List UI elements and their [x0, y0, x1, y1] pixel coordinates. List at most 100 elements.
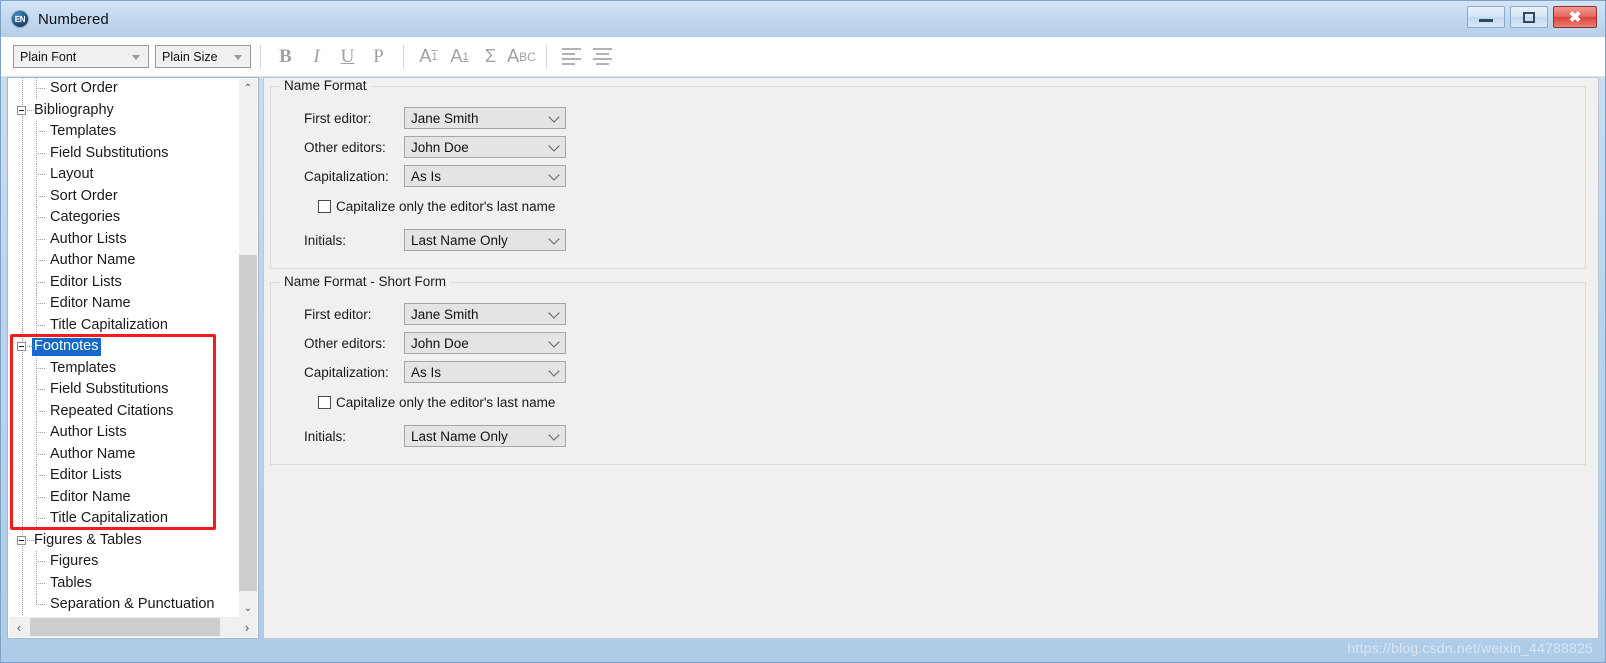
- select-other-editors[interactable]: John Doe: [404, 136, 566, 158]
- scroll-right-button[interactable]: ›: [237, 617, 257, 637]
- tree-item-author-name[interactable]: Author Name: [8, 250, 240, 272]
- select-capitalization[interactable]: As Is: [404, 361, 566, 383]
- select-capitalization[interactable]: As Is: [404, 165, 566, 187]
- settings-pane: Name Format First editor: Jane Smith Other …: [263, 77, 1599, 639]
- capitalize-last-name-checkbox[interactable]: [318, 396, 331, 409]
- select-first-editor[interactable]: Jane Smith: [404, 107, 566, 129]
- tree-item-templates[interactable]: Templates: [8, 357, 240, 379]
- tree-item-sort-order[interactable]: Sort Order: [8, 78, 240, 100]
- italic-button[interactable]: I: [301, 43, 332, 71]
- field-row: First editor: Jane Smith: [304, 107, 566, 129]
- tree-expander-icon[interactable]: [17, 105, 26, 115]
- bold-button[interactable]: B: [270, 43, 301, 71]
- capitalize-last-name-checkbox-row[interactable]: Capitalize only the editor's last name: [318, 199, 555, 214]
- align-center-button[interactable]: [587, 43, 618, 71]
- tree-item-label: Tables: [50, 574, 92, 591]
- tree-item-categories[interactable]: Categories: [8, 207, 240, 229]
- tree-connector: [36, 453, 45, 455]
- tree-item-sort-order[interactable]: Sort Order: [8, 185, 240, 207]
- spell-check-button[interactable]: A BC: [506, 43, 537, 71]
- capitalize-last-name-label: Capitalize only the editor's last name: [336, 395, 556, 410]
- tree-connector: [36, 281, 45, 283]
- tree-connector: [36, 518, 45, 519]
- select-value: Jane Smith: [411, 306, 479, 322]
- minimize-icon: [1479, 19, 1493, 22]
- tree-item-field-substitutions[interactable]: Field Substitutions: [8, 379, 240, 401]
- tree-item-repeated-citations[interactable]: Repeated Citations: [8, 400, 240, 422]
- tree-item-editor-name[interactable]: Editor Name: [8, 293, 240, 315]
- title-bar: EN Numbered ✖: [1, 1, 1605, 37]
- select-value: John Doe: [411, 139, 469, 155]
- scroll-down-button[interactable]: ⌄: [239, 599, 257, 617]
- font-select[interactable]: Plain Font: [13, 45, 149, 68]
- tree-item-footnotes[interactable]: Footnotes: [8, 336, 240, 358]
- tree-item-figures-tables[interactable]: Figures & Tables: [8, 530, 240, 552]
- window-controls: ✖: [1467, 6, 1597, 28]
- tree-item-label: Field Substitutions: [50, 144, 169, 161]
- tree-item-author-name[interactable]: Author Name: [8, 443, 240, 465]
- minimize-button[interactable]: [1467, 6, 1505, 28]
- subscript-button[interactable]: A1: [444, 43, 475, 71]
- tree-connector: [36, 324, 45, 326]
- tree-item-label: Author Name: [50, 445, 136, 462]
- capitalize-last-name-checkbox-row[interactable]: Capitalize only the editor's last name: [318, 395, 555, 410]
- tree-connector: [27, 346, 35, 347]
- capitalize-last-name-label: Capitalize only the editor's last name: [336, 199, 556, 214]
- tree-item-title-capitalization[interactable]: Title Capitalization: [8, 508, 240, 530]
- initials-row: Initials: Last Name Only: [304, 425, 566, 447]
- scroll-up-button[interactable]: ⌃: [239, 79, 257, 97]
- tree-item-templates[interactable]: Templates: [8, 121, 240, 143]
- select-other-editors[interactable]: John Doe: [404, 332, 566, 354]
- tree-item-author-lists[interactable]: Author Lists: [8, 228, 240, 250]
- field-row: First editor: Jane Smith: [304, 303, 566, 325]
- tree-item-figures[interactable]: Figures: [8, 551, 240, 573]
- insert-symbol-button[interactable]: Σ: [475, 43, 506, 71]
- plain-button[interactable]: P: [363, 43, 394, 71]
- align-left-button[interactable]: [556, 43, 587, 71]
- tree-horizontal-scrollbar[interactable]: ‹ ›: [9, 617, 257, 637]
- tree-expander-icon[interactable]: [17, 535, 26, 545]
- field-row: Capitalization: As Is: [304, 165, 566, 187]
- tree-item-tables[interactable]: Tables: [8, 572, 240, 594]
- tree-expander-icon[interactable]: [17, 342, 26, 351]
- tree-vertical-scroll-thumb[interactable]: [239, 255, 257, 591]
- tree-item-label: Title Capitalization: [50, 510, 168, 526]
- tree-connector: [36, 367, 45, 369]
- select-value: Jane Smith: [411, 110, 479, 126]
- capitalize-last-name-checkbox[interactable]: [318, 200, 331, 213]
- size-select-value: Plain Size: [162, 49, 218, 64]
- select-initials[interactable]: Last Name Only: [404, 425, 566, 447]
- tree-item-bibliography[interactable]: Bibliography: [8, 100, 240, 122]
- tree-connector: [36, 561, 45, 562]
- tree-connector: [36, 195, 45, 197]
- tree-item-editor-name[interactable]: Editor Name: [8, 486, 240, 508]
- tree-item-editor-lists[interactable]: Editor Lists: [8, 465, 240, 487]
- close-icon: ✖: [1568, 8, 1582, 26]
- tree-item-field-substitutions[interactable]: Field Substitutions: [8, 142, 240, 164]
- align-center-icon: [593, 48, 612, 65]
- tree-horizontal-scroll-thumb[interactable]: [30, 618, 220, 636]
- tree-item-label: Sort Order: [50, 80, 118, 96]
- tree-item-title-capitalization[interactable]: Title Capitalization: [8, 314, 240, 336]
- select-first-editor[interactable]: Jane Smith: [404, 303, 566, 325]
- select-value: As Is: [411, 364, 442, 380]
- tree-item-label: Editor Name: [50, 295, 131, 311]
- tree-item-label: Figures: [50, 553, 99, 569]
- size-select[interactable]: Plain Size: [155, 45, 251, 68]
- tree-item-label: Editor Lists: [50, 467, 122, 483]
- tree-item-layout[interactable]: Layout: [8, 164, 240, 186]
- field-label: Capitalization:: [304, 364, 389, 380]
- tree-item-editor-lists[interactable]: Editor Lists: [8, 271, 240, 293]
- tree-item-label: Sort Order: [50, 187, 118, 204]
- select-initials[interactable]: Last Name Only: [404, 229, 566, 251]
- tree-connector: [36, 131, 45, 132]
- underline-button[interactable]: U: [332, 43, 363, 71]
- close-button[interactable]: ✖: [1553, 6, 1597, 28]
- tree-vertical-scrollbar[interactable]: ⌃ ⌄: [239, 79, 257, 617]
- superscript-button[interactable]: A1: [413, 43, 444, 71]
- tree-item-separation-punctuation[interactable]: Separation & Punctuation: [8, 594, 240, 616]
- maximize-button[interactable]: [1510, 6, 1548, 28]
- panel-name-format-short-form: Name Format - Short Form First editor: Jan…: [270, 274, 1586, 465]
- scroll-left-button[interactable]: ‹: [9, 617, 29, 637]
- tree-item-author-lists[interactable]: Author Lists: [8, 422, 240, 444]
